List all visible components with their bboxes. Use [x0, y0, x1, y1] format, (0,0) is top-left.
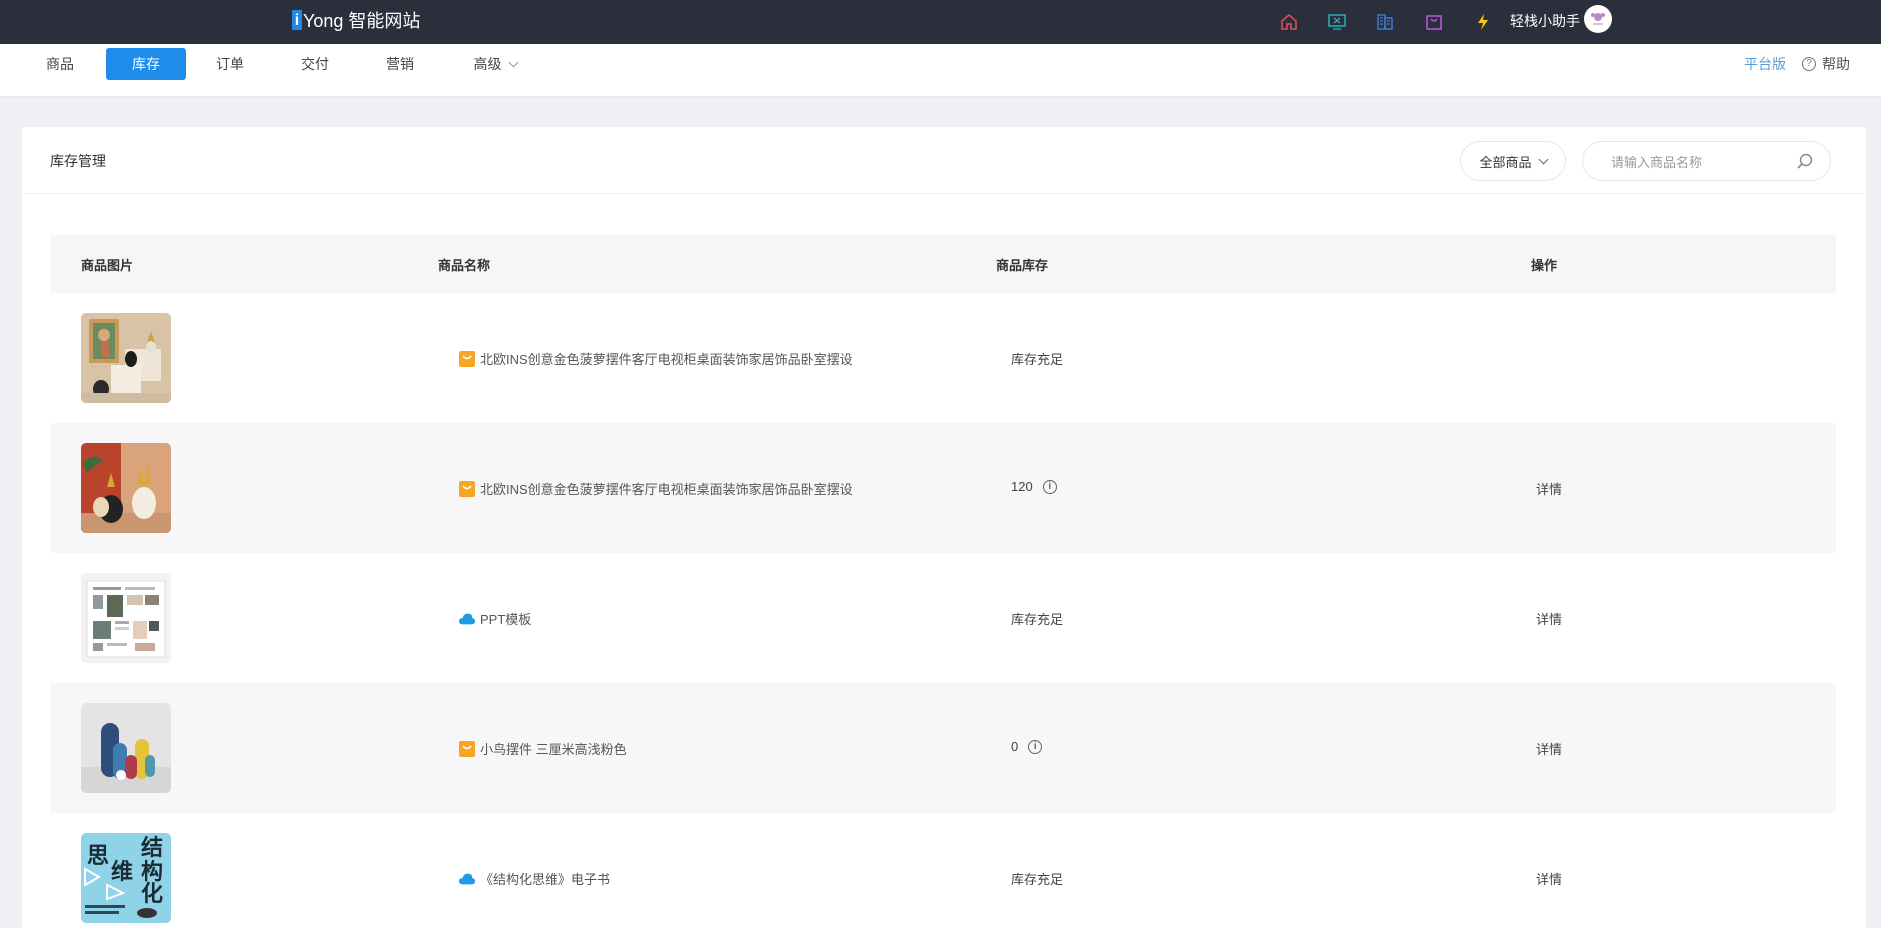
search-input[interactable] — [1611, 151, 1791, 173]
page-title: 库存管理 — [50, 153, 106, 169]
inventory-card: 库存管理 全部商品 商品图片 商品名称 商品库存 操作 — [22, 127, 1866, 928]
table-row: 小鸟摆件 三厘米高浅粉色 0 i 详情 — [51, 683, 1836, 813]
info-icon[interactable]: i — [1042, 479, 1057, 494]
chevron-down-icon — [508, 57, 518, 68]
col-op-header: 操作 — [1531, 258, 1558, 273]
table-row: 北欧INS创意金色菠萝摆件客厅电视柜桌面装饰家居饰品卧室摆设 库存充足 — [51, 293, 1836, 423]
col-name-header: 商品名称 — [438, 258, 491, 273]
vase-photo — [81, 313, 171, 403]
bird-photo — [81, 703, 171, 793]
bag-icon — [459, 480, 475, 497]
stock-value: 120 i — [1011, 479, 1057, 494]
stock-value: 库存充足 — [1011, 609, 1063, 628]
cloud-icon — [459, 611, 475, 627]
stock-value: 0 i — [1011, 739, 1043, 754]
stock-value-label: 库存充足 — [1011, 872, 1064, 887]
table-header: 商品图片 商品名称 商品库存 操作 — [51, 235, 1836, 293]
cloud-icon — [459, 871, 475, 887]
stock-value: 库存充足 — [1011, 869, 1063, 888]
product-name-label: 《结构化思维》电子书 — [480, 872, 611, 887]
pineapple-photo — [81, 443, 171, 533]
col-image-header: 商品图片 — [81, 258, 134, 273]
chevron-down-icon — [1538, 154, 1548, 164]
detail-link[interactable]: 详情 — [1536, 869, 1562, 888]
building-icon[interactable] — [1371, 8, 1399, 36]
product-name[interactable]: 北欧INS创意金色菠萝摆件客厅电视柜桌面装饰家居饰品卧室摆设 — [459, 479, 853, 498]
table-row: PPT模板 库存充足 详情 — [51, 553, 1836, 683]
platform-link[interactable]: 平台版 — [1744, 54, 1786, 74]
ppt-photo — [81, 573, 171, 663]
stock-value-label: 0 — [1011, 739, 1019, 754]
book-photo: 结 思 构 维 化 — [81, 833, 171, 923]
filter-label: 全部商品 — [1479, 154, 1532, 170]
top-bar: i Yong 智能网站 轻栈小助手 — [0, 0, 1881, 44]
tab-delivery[interactable]: 交付 — [291, 48, 339, 80]
product-filter-dropdown[interactable]: 全部商品 — [1460, 141, 1566, 181]
bag-icon — [459, 740, 475, 757]
book-cover-char: 维 — [111, 859, 133, 885]
book-cover-char: 结 — [141, 835, 163, 861]
help-label: 帮助 — [1822, 56, 1850, 72]
search-box — [1582, 141, 1831, 181]
help-icon: ? — [1802, 57, 1816, 71]
brand-mark: i — [292, 10, 302, 30]
search-icon[interactable] — [1795, 152, 1815, 172]
product-name[interactable]: 小鸟摆件 三厘米高浅粉色 — [459, 739, 627, 758]
table-row: 结 思 构 维 化 《结构化思维》电子书 库存充足 详情 — [51, 813, 1836, 928]
col-stock-header: 商品库存 — [996, 258, 1049, 273]
stock-value-label: 120 — [1011, 479, 1033, 494]
avatar[interactable] — [1584, 5, 1612, 33]
book-cover-char: 化 — [141, 881, 163, 907]
monitor-icon[interactable] — [1323, 8, 1351, 36]
product-name[interactable]: PPT模板 — [459, 609, 531, 628]
product-name[interactable]: 《结构化思维》电子书 — [459, 869, 610, 888]
tab-inventory[interactable]: 库存 — [106, 48, 186, 80]
lightning-icon[interactable] — [1469, 8, 1497, 36]
card-header: 库存管理 全部商品 — [22, 127, 1866, 194]
tab-orders[interactable]: 订单 — [206, 48, 254, 80]
home-icon[interactable] — [1275, 8, 1303, 36]
stock-value: 库存充足 — [1011, 349, 1063, 368]
tab-bar: 商品 库存 订单 交付 营销 高级 平台版 ? 帮助 — [0, 44, 1881, 96]
tab-marketing[interactable]: 营销 — [376, 48, 424, 80]
brand-logo[interactable]: i Yong 智能网站 — [292, 7, 420, 33]
stock-value-label: 库存充足 — [1011, 352, 1064, 367]
detail-link[interactable]: 详情 — [1536, 609, 1562, 628]
detail-link[interactable]: 详情 — [1536, 479, 1562, 498]
stock-value-label: 库存充足 — [1011, 612, 1064, 627]
product-name-label: 小鸟摆件 三厘米高浅粉色 — [480, 742, 627, 757]
table-row: 北欧INS创意金色菠萝摆件客厅电视柜桌面装饰家居饰品卧室摆设 120 i 详情 — [51, 423, 1836, 553]
tab-products[interactable]: 商品 — [36, 48, 84, 80]
product-name-label: 北欧INS创意金色菠萝摆件客厅电视柜桌面装饰家居饰品卧室摆设 — [480, 352, 853, 367]
detail-link[interactable]: 详情 — [1536, 739, 1562, 758]
product-name-label: PPT模板 — [480, 612, 532, 627]
tab-advanced-label: 高级 — [473, 56, 502, 72]
product-name-label: 北欧INS创意金色菠萝摆件客厅电视柜桌面装饰家居饰品卧室摆设 — [480, 482, 853, 497]
info-icon[interactable]: i — [1028, 739, 1043, 754]
help-link[interactable]: ? 帮助 — [1802, 54, 1850, 74]
book-cover-char: 思 — [87, 844, 109, 869]
product-name[interactable]: 北欧INS创意金色菠萝摆件客厅电视柜桌面装饰家居饰品卧室摆设 — [459, 349, 853, 368]
tab-advanced[interactable]: 高级 — [460, 48, 530, 80]
bag-icon[interactable] — [1420, 8, 1448, 36]
bag-icon — [459, 350, 475, 367]
assistant-label[interactable]: 轻栈小助手 — [1510, 11, 1580, 31]
brand-name: Yong 智能网站 — [303, 11, 421, 31]
